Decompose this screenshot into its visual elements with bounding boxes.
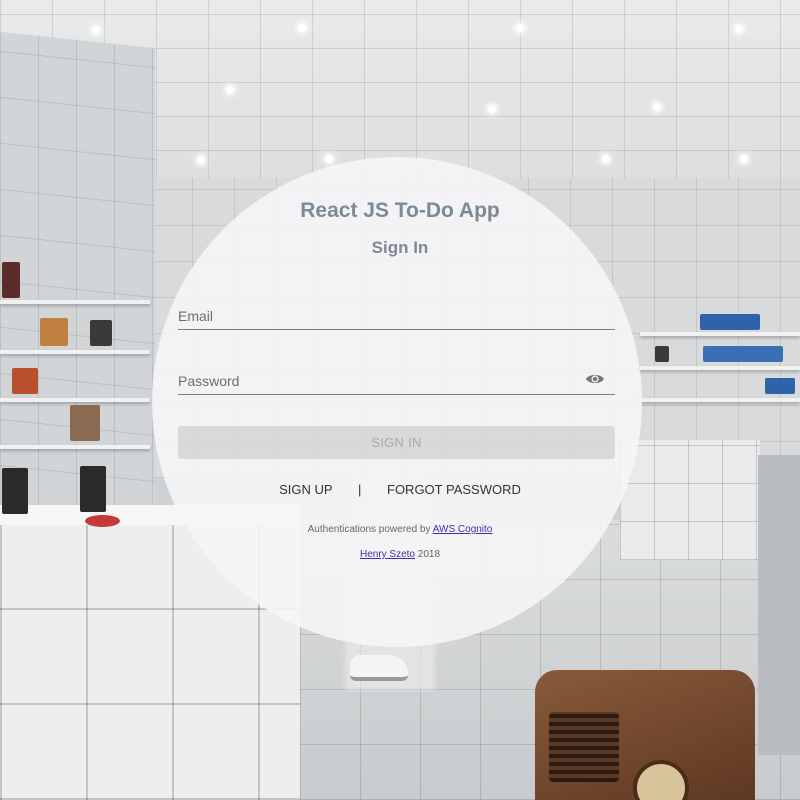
product (2, 262, 20, 298)
left-wall-shelving (0, 31, 155, 529)
auth-links: SIGN UP | FORGOT PASSWORD (0, 482, 800, 497)
password-input[interactable] (178, 367, 615, 394)
radio-dial (633, 760, 689, 800)
shelf (640, 366, 800, 370)
radio-grill (549, 712, 619, 782)
vintage-radio (535, 670, 755, 800)
eye-icon[interactable] (585, 372, 605, 386)
aws-cognito-link[interactable]: AWS Cognito (433, 524, 493, 535)
shelf (0, 445, 150, 449)
signin-button[interactable]: SIGN IN (178, 426, 615, 459)
email-input[interactable] (178, 302, 615, 329)
app-title: React JS To-Do App (300, 199, 500, 222)
product (700, 314, 760, 330)
product (765, 378, 795, 394)
shelf (640, 332, 800, 336)
pillar (758, 455, 800, 755)
display-counter (620, 440, 760, 560)
ceiling-light (740, 155, 748, 163)
shelf (0, 350, 150, 354)
sneaker (350, 655, 408, 681)
signin-heading: Sign In (371, 238, 429, 257)
credit-year: 2018 (417, 549, 441, 560)
shelf (640, 398, 800, 402)
product (703, 346, 783, 362)
ceiling-light (92, 26, 100, 34)
author-link[interactable]: Henry Szeto (360, 549, 415, 560)
ceiling-light (735, 25, 743, 33)
ceiling-light (516, 24, 524, 32)
link-separator: | (357, 482, 362, 497)
credit-line: Henry Szeto 2018 (0, 549, 800, 560)
signin-card (152, 157, 642, 647)
product (40, 318, 68, 346)
powered-by-line: Authentications powered by AWS Cognito (0, 524, 800, 535)
product (12, 368, 38, 394)
powered-by-text: Authentications powered by (307, 524, 431, 535)
ceiling-light (488, 105, 496, 113)
ceiling-light (197, 156, 205, 164)
shelf (0, 300, 150, 304)
product (655, 346, 669, 362)
signup-link[interactable]: SIGN UP (279, 482, 332, 497)
product (90, 320, 112, 346)
ceiling-light (298, 24, 306, 32)
product (70, 405, 100, 441)
ceiling-light (325, 155, 333, 163)
forgot-password-link[interactable]: FORGOT PASSWORD (387, 482, 521, 497)
password-field (178, 367, 615, 395)
ceiling-light (653, 103, 661, 111)
ceiling-light (602, 155, 610, 163)
shelf (0, 398, 150, 402)
ceiling-light (226, 86, 234, 94)
email-field (178, 302, 615, 330)
